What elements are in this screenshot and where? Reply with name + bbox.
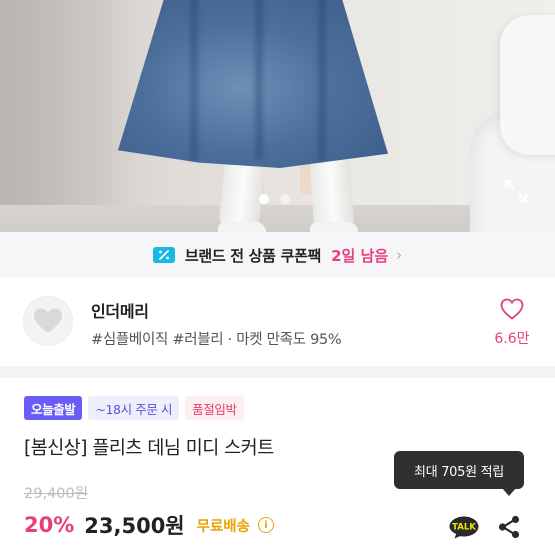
discount-rate: 20%: [24, 513, 75, 537]
almost-sold-out-badge: 품절임박: [185, 396, 244, 420]
free-shipping-label: 무료배송: [196, 518, 250, 535]
shop-avatar[interactable]: [23, 296, 73, 346]
skirt-pleat: [190, 0, 198, 160]
carousel-dot[interactable]: [280, 194, 290, 204]
tooltip-arrow: [502, 488, 516, 496]
carousel-dot-active[interactable]: [259, 194, 269, 204]
denim-skirt: [118, 0, 388, 168]
chevron-right-icon: ›: [396, 246, 403, 264]
skirt-pleat: [255, 0, 263, 160]
background-sofa-arm: [500, 15, 555, 155]
shop-info[interactable]: 인더메리 #심플베이직 #러블리 · 마켓 만족도 95% 6.6만: [0, 278, 555, 366]
right-sock: [309, 158, 355, 232]
heart-outline-icon: [500, 298, 524, 320]
kakao-talk-icon[interactable]: TALK: [448, 515, 480, 539]
product-image[interactable]: [0, 0, 555, 232]
original-price: 29,400원: [24, 486, 89, 502]
talk-label: TALK: [452, 523, 476, 533]
left-shoe: [218, 222, 266, 232]
skirt-pleat: [318, 0, 326, 160]
right-shoe: [310, 222, 358, 232]
section-divider: [0, 366, 555, 378]
like-count: 6.6만: [494, 331, 530, 347]
coupon-time-left: 2일 남음: [331, 246, 389, 265]
product-title: [봄신상] 플리츠 데님 미디 스커트: [24, 438, 274, 459]
coupon-banner-text: 브랜드 전 상품 쿠폰팩: [184, 246, 322, 265]
info-icon[interactable]: i: [258, 517, 274, 533]
coupon-icon: [152, 247, 175, 263]
badge-list: 오늘출발 ~18시 주문 시 품절임박: [24, 396, 244, 420]
coupon-banner[interactable]: 브랜드 전 상품 쿠폰팩 2일 남음 ›: [0, 232, 555, 278]
today-shipping-badge: 오늘출발: [24, 396, 83, 420]
sale-price: 23,500원: [84, 514, 185, 538]
price-row: 20% 23,500원 무료배송 i: [24, 510, 274, 540]
expand-icon[interactable]: [503, 178, 529, 204]
background-wall: [0, 0, 140, 232]
like-button[interactable]: 6.6만: [490, 298, 534, 348]
share-icon[interactable]: [496, 514, 522, 540]
order-cutoff-badge: ~18시 주문 시: [88, 396, 180, 420]
shop-name[interactable]: 인더메리: [91, 298, 149, 322]
points-tooltip: 최대 705원 적립: [394, 451, 524, 489]
shop-tags: #심플베이직 #러블리 · 마켓 만족도 95%: [91, 332, 342, 348]
carousel-indicator: [259, 194, 290, 204]
